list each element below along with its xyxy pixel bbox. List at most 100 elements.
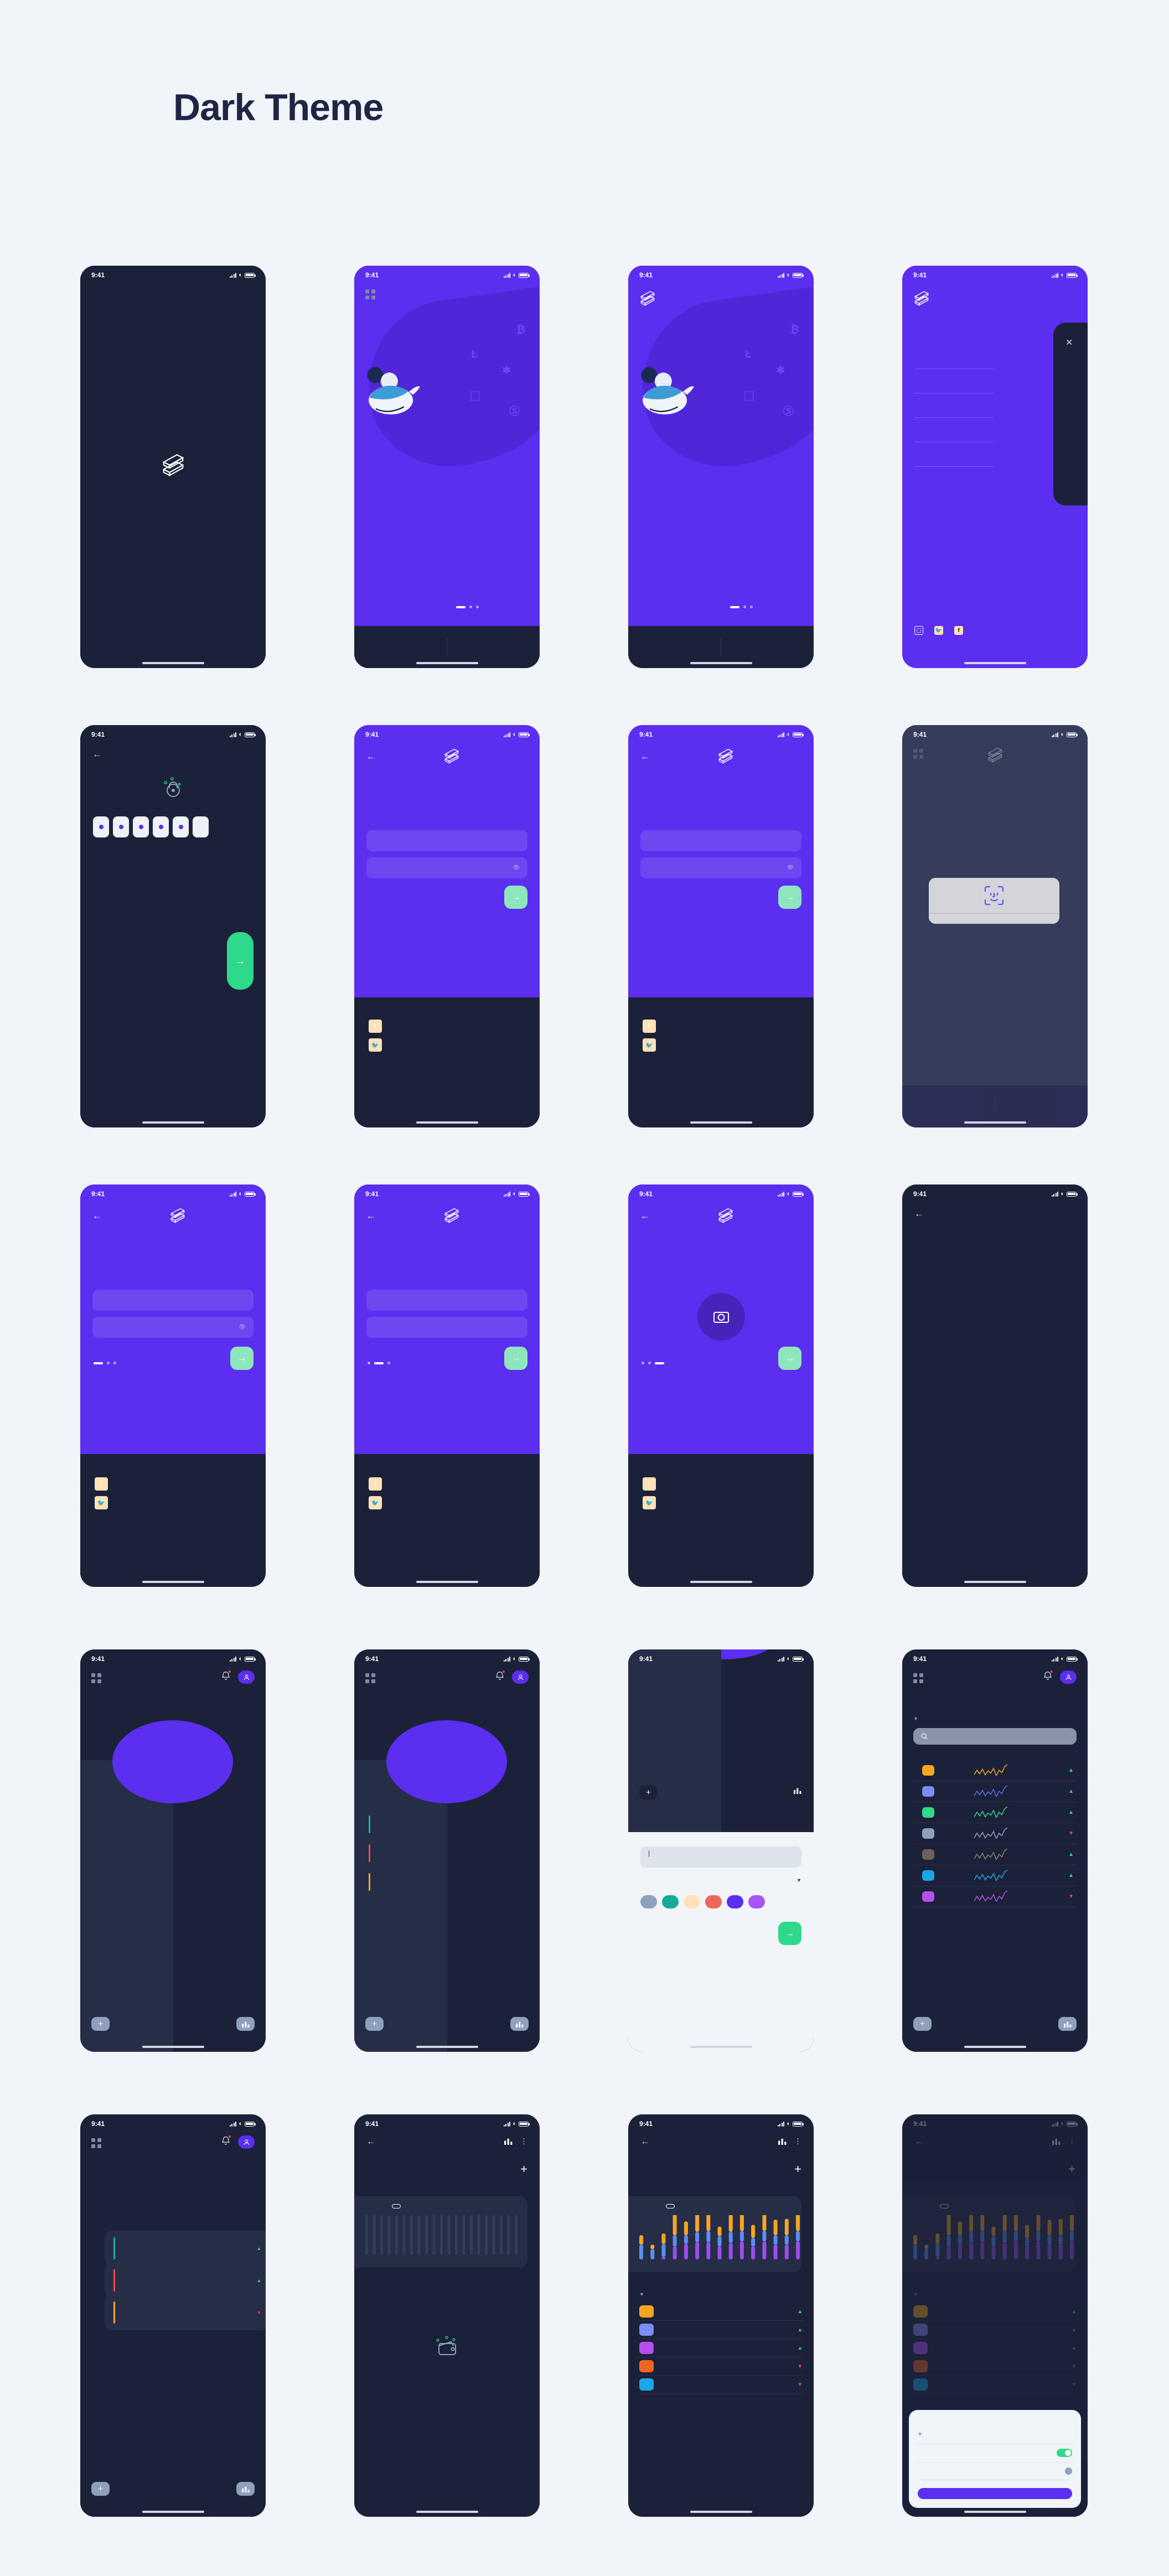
signup-twitter-button[interactable]: 🐦 — [369, 1496, 525, 1509]
phone-screen-portfolio[interactable]: 9:41 ◐ + — [354, 1649, 540, 2052]
range-1M[interactable] — [666, 2204, 675, 2208]
toggle-password-icon[interactable]: 👁 — [239, 1325, 246, 1331]
home-indicator[interactable] — [964, 1581, 1026, 1583]
avatar-upload-button[interactable] — [697, 1293, 745, 1341]
home-indicator[interactable] — [142, 2046, 204, 2048]
color-swatch[interactable] — [748, 1895, 765, 1908]
email-field[interactable] — [366, 830, 527, 851]
table-row[interactable]: ▲ — [913, 1760, 1077, 1781]
home-indicator[interactable] — [416, 1121, 478, 1124]
chart-toggle-button[interactable] — [236, 2482, 255, 2496]
back-button[interactable]: ← — [366, 1211, 376, 1220]
menu-item-logout[interactable] — [914, 442, 994, 466]
wallet-card[interactable]: ▼ — [105, 2295, 266, 2330]
phone-screen-terms[interactable]: 9:41 ◐ ← — [902, 1184, 1088, 1587]
portfolio-summary-bubble[interactable] — [386, 1720, 507, 1803]
show-percentage-toggle[interactable] — [1065, 2468, 1072, 2475]
email-field[interactable] — [92, 1290, 254, 1311]
avatar[interactable] — [238, 2135, 255, 2149]
holding-row[interactable]: ▲ — [913, 2339, 1077, 2357]
wallet-name-field[interactable]: | — [640, 1846, 801, 1868]
continue-button[interactable]: → — [778, 886, 801, 909]
color-swatches[interactable] — [640, 1895, 801, 1908]
menu-grid-icon[interactable] — [365, 1673, 375, 1683]
phone-screen-market[interactable]: 9:41 ◐ ▼ ▲ ▲ ▲ ▼ ▲ ▲ ▼ + — [902, 1649, 1088, 2052]
bar-chart-icon[interactable] — [778, 2138, 787, 2145]
add-portfolio-button[interactable]: + — [91, 2017, 110, 2031]
phone-screen-wallet-cards[interactable]: 9:41 ◐ ▲ ▲ ▼ + — [80, 2114, 266, 2517]
holding-row[interactable]: ▲ — [639, 2321, 803, 2339]
home-indicator[interactable] — [964, 1121, 1026, 1124]
otp-digit-3[interactable] — [133, 816, 149, 837]
home-indicator[interactable] — [690, 1581, 752, 1583]
holding-row[interactable]: ▲ — [913, 2321, 1077, 2339]
otp-digit-6[interactable] — [193, 816, 209, 837]
table-row[interactable]: ▲ — [913, 1781, 1077, 1802]
menu-grid-icon[interactable] — [91, 1673, 101, 1683]
more-options-icon[interactable]: ⋮ — [794, 2137, 801, 2146]
phone-screen-forgot-password[interactable]: 9:41 ◐ ← → — [80, 725, 266, 1127]
holding-row[interactable]: ▼ — [913, 2357, 1077, 2376]
page-dots[interactable] — [730, 606, 753, 608]
menu-item-news[interactable] — [914, 393, 994, 417]
home-indicator[interactable] — [142, 1581, 204, 1583]
phone-screen-onboarding-2[interactable]: 9:41 ◐ ₿ Ł ✱ ⃞ Ⓢ — [628, 266, 814, 668]
chart-toggle-button[interactable] — [1058, 2017, 1077, 2031]
notifications-button[interactable] — [221, 1670, 231, 1683]
page-dots[interactable] — [642, 1362, 664, 1364]
add-transaction-button[interactable]: + — [1068, 2162, 1075, 2176]
home-indicator[interactable] — [416, 1581, 478, 1583]
twitter-icon[interactable]: 🐦 — [934, 626, 943, 635]
add-transaction-button[interactable]: + — [794, 2162, 801, 2176]
otp-digit-2[interactable] — [113, 816, 129, 837]
notifications-button[interactable] — [221, 2135, 231, 2148]
back-button[interactable]: ← — [640, 1211, 650, 1220]
color-swatch[interactable] — [727, 1895, 743, 1908]
holdings-sort[interactable]: ▼ — [913, 2291, 918, 2297]
otp-digit-5[interactable] — [173, 816, 189, 837]
phone-screen-add-wallet[interactable]: 9:41 ◐ + | ▼ → — [628, 1649, 814, 2052]
holding-row[interactable]: ▲ — [913, 2303, 1077, 2321]
holding-row[interactable]: ▲ — [639, 2303, 803, 2321]
fiat-select[interactable]: ▼ — [640, 1877, 801, 1883]
login-facebook-button[interactable]: f — [643, 1020, 799, 1033]
holding-row[interactable]: ▼ — [639, 2357, 803, 2376]
menu-grid-icon[interactable] — [365, 289, 375, 299]
phone-screen-face-id[interactable]: 9:41 ◐ — [902, 725, 1088, 1127]
more-options-icon[interactable]: ⋮ — [1068, 2137, 1075, 2146]
instagram-icon[interactable]: ▢ — [914, 626, 923, 635]
last-name-field[interactable] — [366, 1317, 527, 1338]
home-indicator[interactable] — [142, 662, 204, 664]
otp-inputs[interactable] — [93, 816, 209, 837]
home-indicator[interactable] — [690, 2511, 752, 2513]
page-dots[interactable] — [94, 1362, 116, 1364]
signup-facebook-button[interactable]: f — [369, 1477, 525, 1491]
avatar[interactable] — [1060, 1670, 1077, 1684]
back-button[interactable]: ← — [92, 1211, 102, 1220]
otp-digit-4[interactable] — [153, 816, 169, 837]
menu-grid-icon[interactable] — [913, 1673, 923, 1683]
default-portfolio-toggle[interactable] — [1057, 2449, 1072, 2457]
home-indicator[interactable] — [690, 1121, 752, 1124]
phone-screen-avatar[interactable]: 9:41 ◐ ← f 🐦 → — [628, 1184, 814, 1587]
login-twitter-button[interactable]: 🐦 — [643, 1038, 799, 1052]
close-icon[interactable]: ✕ — [1065, 337, 1073, 348]
phone-screen-onboarding-1[interactable]: 9:41 ◐ ₿ Ł ✱ ⃞ Ⓢ — [354, 266, 540, 668]
otp-digit-1[interactable] — [93, 816, 109, 837]
signup-facebook-button[interactable]: f — [643, 1477, 799, 1491]
bar-chart-icon[interactable] — [1052, 2138, 1061, 2145]
wallet-row[interactable] — [369, 1873, 376, 1891]
add-portfolio-button[interactable]: + — [639, 1786, 658, 1799]
phone-screen-wallet-empty[interactable]: 9:41 ◐ ← ⋮ + — [354, 2114, 540, 2517]
range-1M[interactable] — [940, 2204, 949, 2208]
color-swatch[interactable] — [684, 1895, 700, 1908]
default-portfolio-row[interactable] — [918, 2443, 1072, 2462]
back-button[interactable]: ← — [914, 1209, 924, 1218]
menu-item-my portfolios[interactable] — [914, 369, 994, 393]
home-indicator[interactable] — [142, 2511, 204, 2513]
page-dots[interactable] — [456, 606, 479, 608]
notifications-button[interactable] — [1043, 1670, 1053, 1683]
menu-item-support[interactable] — [914, 417, 994, 442]
home-indicator[interactable] — [142, 1121, 204, 1124]
phone-screen-wallet-detail[interactable]: 9:41 ◐ ← ⋮ + ▼ ▲ ▲ ▲ ▼ ▼ — [628, 2114, 814, 2517]
